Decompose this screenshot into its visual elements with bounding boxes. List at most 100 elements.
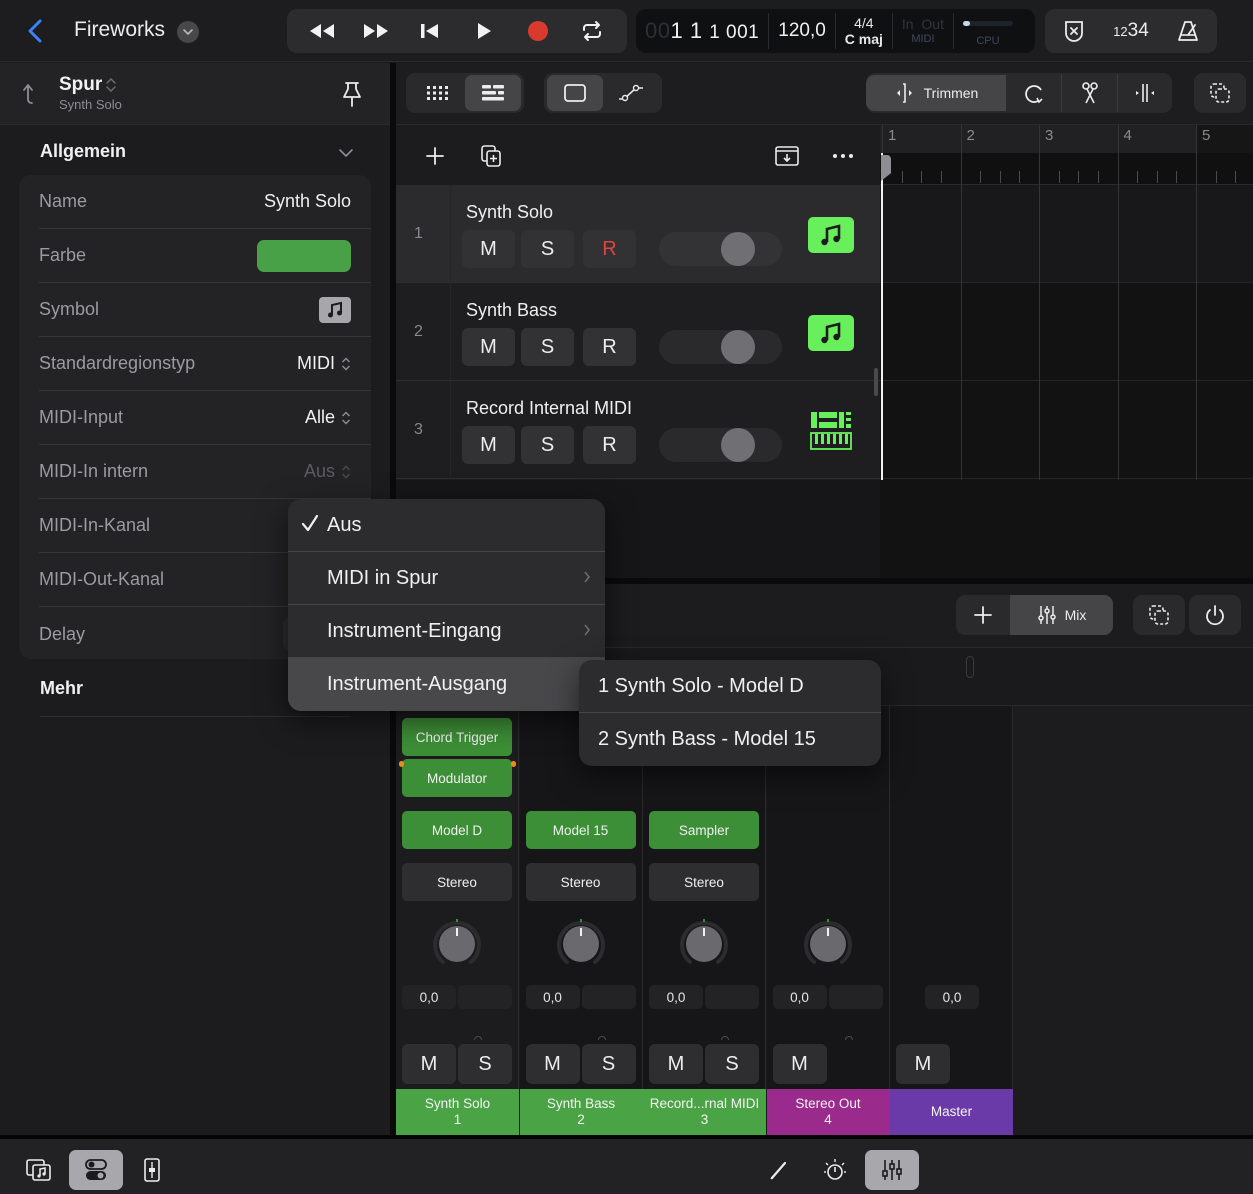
pan-knob[interactable] (553, 916, 609, 972)
output-slot[interactable]: Stereo (402, 863, 512, 901)
volume-readout[interactable]: 0,0 (772, 985, 827, 1009)
section-title-more[interactable]: Mehr (40, 678, 83, 699)
split-tool-button[interactable] (1062, 75, 1117, 111)
mute-button[interactable]: M (772, 1044, 827, 1084)
solo-button[interactable]: S (705, 1044, 759, 1084)
inspector-toggle-button[interactable] (69, 1150, 123, 1190)
symbol-picker[interactable] (319, 296, 351, 323)
instrument-slot[interactable]: Model D (402, 811, 512, 849)
tracks-scrollbar[interactable] (874, 368, 878, 396)
mute-button[interactable]: M (462, 426, 515, 464)
project-menu-button[interactable] (177, 21, 199, 43)
record-enable-button[interactable]: R (583, 230, 636, 268)
track-name-value[interactable]: Synth Solo (264, 191, 351, 212)
channel-name-label[interactable]: Record...rnal MIDI 3 (643, 1089, 766, 1135)
volume-readout[interactable]: 0,0 (925, 985, 979, 1009)
mix-view-button[interactable]: Mix (1010, 595, 1113, 635)
channel-name-label[interactable]: Synth Bass 2 (519, 1089, 643, 1135)
go-to-start-button[interactable] (410, 13, 450, 49)
mute-button[interactable]: M (462, 230, 515, 268)
pan-knob[interactable] (676, 916, 732, 972)
region-mode-button[interactable] (547, 75, 603, 111)
add-track-button[interactable] (420, 141, 450, 171)
autopunch-button[interactable] (1054, 13, 1094, 49)
back-button[interactable] (22, 16, 50, 46)
playhead[interactable] (881, 153, 883, 480)
section-collapse-button[interactable] (336, 143, 356, 163)
pan-knob[interactable] (800, 916, 856, 972)
project-title[interactable]: Fireworks (74, 18, 165, 42)
loop-tool-button[interactable] (1006, 75, 1061, 111)
row-name[interactable]: Name Synth Solo (39, 175, 371, 229)
row-default-region-type[interactable]: Standardregionstyp MIDI (39, 337, 371, 391)
instrument-slot[interactable]: Sampler (649, 811, 759, 849)
mixer-copy-button[interactable] (1133, 595, 1185, 635)
lcd-signature-key[interactable]: 4/4 C maj (836, 13, 893, 49)
record-enable-button[interactable]: R (583, 328, 636, 366)
import-button[interactable] (772, 141, 802, 171)
midi-in-internal-select[interactable]: Aus (304, 461, 351, 482)
track-row[interactable]: 3 Record Internal MIDI M S R (396, 381, 880, 479)
live-loops-button[interactable] (808, 1150, 862, 1190)
peak-readout[interactable] (581, 985, 636, 1009)
play-button[interactable] (464, 13, 504, 49)
solo-button[interactable]: S (521, 230, 574, 268)
output-slot[interactable]: Stereo (649, 863, 759, 901)
track-lane[interactable] (880, 283, 1253, 381)
channel-name-label[interactable]: Synth Solo 1 (396, 1089, 519, 1135)
track-lane[interactable] (880, 185, 1253, 283)
row-midi-in-internal[interactable]: MIDI-In intern Aus (39, 445, 371, 499)
section-title-general[interactable]: Allgemein (40, 141, 126, 162)
rewind-button[interactable] (302, 13, 342, 49)
metronome-button[interactable] (1168, 13, 1208, 49)
ruler-beat-row[interactable] (880, 153, 1253, 185)
fast-forward-button[interactable] (356, 13, 396, 49)
lcd-display[interactable]: 001 1 1 001 120,0 4/4 C maj In Out MIDI … (636, 9, 1035, 53)
track-name[interactable]: Synth Solo (466, 202, 553, 223)
mute-button[interactable]: M (896, 1044, 950, 1084)
menu-item[interactable]: Instrument-Ausgang (288, 658, 605, 711)
lcd-tempo[interactable]: 120,0 (769, 13, 836, 49)
pan-knob[interactable] (429, 916, 485, 972)
record-button[interactable] (518, 13, 558, 49)
trim-tool-button[interactable]: Trimmen (866, 75, 1006, 111)
track-icon[interactable] (808, 412, 854, 450)
menu-item[interactable]: Instrument-Eingang (288, 605, 605, 658)
row-color[interactable]: Farbe (39, 229, 371, 283)
browser-button[interactable] (12, 1150, 66, 1190)
smart-controls-button[interactable] (125, 1150, 179, 1190)
midi-fx-slot[interactable]: Chord Trigger (402, 718, 512, 756)
output-slot[interactable]: Stereo (525, 863, 636, 901)
mixer-toggle-button[interactable] (865, 1150, 919, 1190)
pin-button[interactable] (340, 80, 364, 108)
solo-button[interactable]: S (521, 328, 574, 366)
volume-slider-thumb[interactable] (721, 330, 755, 364)
add-channel-button[interactable] (956, 595, 1010, 635)
volume-readout[interactable]: 0,0 (402, 985, 456, 1009)
volume-slider[interactable] (659, 232, 782, 266)
region-type-select[interactable]: MIDI (297, 353, 351, 374)
inspector-up-button[interactable] (20, 81, 46, 107)
tracks-view-button[interactable] (465, 75, 521, 111)
peak-readout[interactable] (458, 985, 512, 1009)
mute-button[interactable]: M (462, 328, 515, 366)
menu-item[interactable]: Aus (288, 499, 605, 552)
timeline[interactable]: 1 2 3 4 5 (880, 125, 1253, 580)
grid-view-button[interactable] (409, 75, 465, 111)
duplicate-track-button[interactable] (476, 141, 506, 171)
row-midi-input[interactable]: MIDI-Input Alle (39, 391, 371, 445)
instrument-slot[interactable]: Model 15 (525, 811, 636, 849)
row-symbol[interactable]: Symbol (39, 283, 371, 337)
track-name[interactable]: Record Internal MIDI (466, 398, 632, 419)
count-in-button[interactable]: 1234 (1111, 13, 1151, 49)
bypass-button[interactable] (1189, 595, 1241, 635)
record-enable-button[interactable]: R (583, 426, 636, 464)
color-swatch[interactable] (257, 239, 351, 272)
peak-readout[interactable] (705, 985, 759, 1009)
mute-button[interactable]: M (525, 1044, 580, 1084)
track-icon[interactable] (808, 217, 854, 253)
join-tool-button[interactable] (1118, 75, 1172, 111)
channel-name-label[interactable]: Master (890, 1089, 1013, 1135)
track-icon[interactable] (808, 315, 854, 351)
cycle-button[interactable] (572, 13, 612, 49)
